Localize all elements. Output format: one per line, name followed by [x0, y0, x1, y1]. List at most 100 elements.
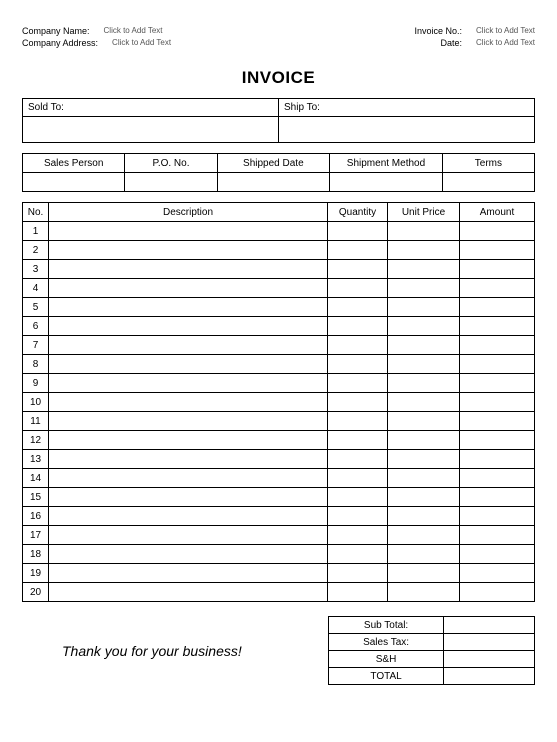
item-unitprice[interactable] [388, 583, 460, 602]
details-cell-method[interactable] [330, 173, 443, 192]
sold-to-field[interactable] [23, 117, 278, 143]
item-amount[interactable] [460, 412, 535, 431]
item-description[interactable] [49, 469, 328, 488]
item-description[interactable] [49, 393, 328, 412]
item-amount[interactable] [460, 374, 535, 393]
totals-label: Sales Tax: [329, 634, 444, 651]
item-unitprice[interactable] [388, 260, 460, 279]
item-unitprice[interactable] [388, 412, 460, 431]
item-description[interactable] [49, 507, 328, 526]
ship-to-field[interactable] [279, 117, 534, 143]
item-no: 18 [23, 545, 49, 564]
item-unitprice[interactable] [388, 488, 460, 507]
item-quantity[interactable] [328, 583, 388, 602]
item-quantity[interactable] [328, 526, 388, 545]
item-quantity[interactable] [328, 507, 388, 526]
item-amount[interactable] [460, 526, 535, 545]
item-quantity[interactable] [328, 222, 388, 241]
details-cell-salesperson[interactable] [23, 173, 125, 192]
item-quantity[interactable] [328, 260, 388, 279]
item-description[interactable] [49, 241, 328, 260]
date-field[interactable]: Click to Add Text [476, 38, 535, 48]
item-unitprice[interactable] [388, 317, 460, 336]
item-unitprice[interactable] [388, 241, 460, 260]
item-unitprice[interactable] [388, 355, 460, 374]
item-amount[interactable] [460, 222, 535, 241]
item-amount[interactable] [460, 279, 535, 298]
table-row: 17 [23, 526, 535, 545]
item-unitprice[interactable] [388, 279, 460, 298]
item-quantity[interactable] [328, 488, 388, 507]
item-quantity[interactable] [328, 450, 388, 469]
totals-value[interactable] [444, 617, 535, 634]
item-amount[interactable] [460, 317, 535, 336]
item-description[interactable] [49, 450, 328, 469]
details-cell-terms[interactable] [442, 173, 534, 192]
item-description[interactable] [49, 526, 328, 545]
item-amount[interactable] [460, 507, 535, 526]
item-amount[interactable] [460, 260, 535, 279]
item-amount[interactable] [460, 336, 535, 355]
item-quantity[interactable] [328, 355, 388, 374]
item-amount[interactable] [460, 241, 535, 260]
item-quantity[interactable] [328, 469, 388, 488]
item-unitprice[interactable] [388, 507, 460, 526]
item-amount[interactable] [460, 545, 535, 564]
item-quantity[interactable] [328, 298, 388, 317]
item-description[interactable] [49, 374, 328, 393]
details-cell-po[interactable] [125, 173, 217, 192]
details-cell-shipped[interactable] [217, 173, 330, 192]
item-amount[interactable] [460, 431, 535, 450]
totals-value[interactable] [444, 651, 535, 668]
item-amount[interactable] [460, 450, 535, 469]
item-unitprice[interactable] [388, 564, 460, 583]
company-address-field[interactable]: Click to Add Text [112, 38, 171, 48]
item-quantity[interactable] [328, 279, 388, 298]
item-unitprice[interactable] [388, 298, 460, 317]
item-amount[interactable] [460, 469, 535, 488]
item-quantity[interactable] [328, 564, 388, 583]
item-quantity[interactable] [328, 412, 388, 431]
item-description[interactable] [49, 336, 328, 355]
item-quantity[interactable] [328, 374, 388, 393]
item-unitprice[interactable] [388, 374, 460, 393]
item-amount[interactable] [460, 355, 535, 374]
item-amount[interactable] [460, 298, 535, 317]
item-unitprice[interactable] [388, 393, 460, 412]
item-quantity[interactable] [328, 241, 388, 260]
item-unitprice[interactable] [388, 526, 460, 545]
item-description[interactable] [49, 317, 328, 336]
ship-to-label: Ship To: [279, 99, 534, 117]
item-description[interactable] [49, 488, 328, 507]
item-quantity[interactable] [328, 317, 388, 336]
item-quantity[interactable] [328, 545, 388, 564]
item-amount[interactable] [460, 393, 535, 412]
item-amount[interactable] [460, 564, 535, 583]
item-unitprice[interactable] [388, 222, 460, 241]
item-description[interactable] [49, 260, 328, 279]
item-unitprice[interactable] [388, 469, 460, 488]
item-quantity[interactable] [328, 393, 388, 412]
item-description[interactable] [49, 564, 328, 583]
item-unitprice[interactable] [388, 545, 460, 564]
totals-value[interactable] [444, 668, 535, 685]
item-unitprice[interactable] [388, 336, 460, 355]
item-description[interactable] [49, 355, 328, 374]
item-description[interactable] [49, 412, 328, 431]
invoice-no-field[interactable]: Click to Add Text [476, 26, 535, 36]
item-quantity[interactable] [328, 336, 388, 355]
item-description[interactable] [49, 222, 328, 241]
totals-value[interactable] [444, 634, 535, 651]
item-amount[interactable] [460, 488, 535, 507]
item-unitprice[interactable] [388, 431, 460, 450]
item-description[interactable] [49, 583, 328, 602]
item-description[interactable] [49, 545, 328, 564]
totals-row: Sub Total: [329, 617, 535, 634]
item-description[interactable] [49, 298, 328, 317]
item-description[interactable] [49, 279, 328, 298]
item-description[interactable] [49, 431, 328, 450]
item-unitprice[interactable] [388, 450, 460, 469]
company-name-field[interactable]: Click to Add Text [104, 26, 163, 36]
item-amount[interactable] [460, 583, 535, 602]
item-quantity[interactable] [328, 431, 388, 450]
